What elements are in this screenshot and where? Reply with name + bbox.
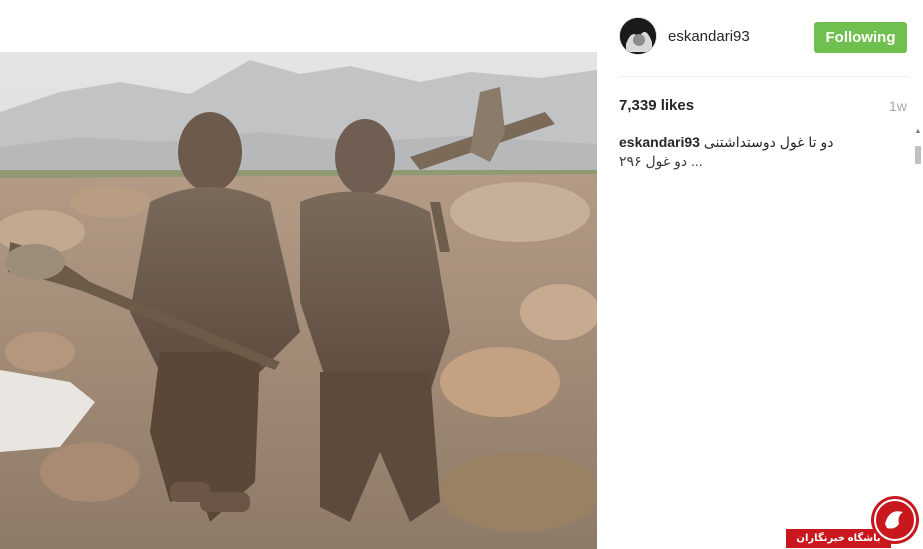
- scroll-thumb[interactable]: [915, 146, 921, 164]
- comments-scrollbar[interactable]: ▲: [914, 128, 922, 166]
- header-divider: [619, 76, 909, 77]
- post-side-panel: eskandari93 Following 7,339 likes 1w esk…: [597, 0, 923, 549]
- watermark: باشگاه خبرنگاران: [786, 494, 923, 549]
- likes-count[interactable]: 7,339 likes: [619, 97, 694, 114]
- comment-list: eskandari93 دو تا غول دوستداشتنی دو غول …: [619, 128, 899, 173]
- comment-text: دو غول ۲۹۶ ...: [619, 153, 703, 169]
- post-timestamp[interactable]: 1w: [889, 98, 907, 114]
- avatar[interactable]: [619, 17, 657, 55]
- post-photo[interactable]: [0, 52, 597, 549]
- post-header: eskandari93 Following: [619, 17, 909, 57]
- photo-column: [0, 0, 597, 549]
- following-button[interactable]: Following: [814, 22, 907, 53]
- username-link[interactable]: eskandari93: [668, 28, 750, 45]
- comment-item: دو غول ۲۹۶ ...: [619, 147, 899, 173]
- scroll-up-arrow-icon[interactable]: ▲: [914, 128, 922, 136]
- watermark-logo-icon: [871, 496, 919, 544]
